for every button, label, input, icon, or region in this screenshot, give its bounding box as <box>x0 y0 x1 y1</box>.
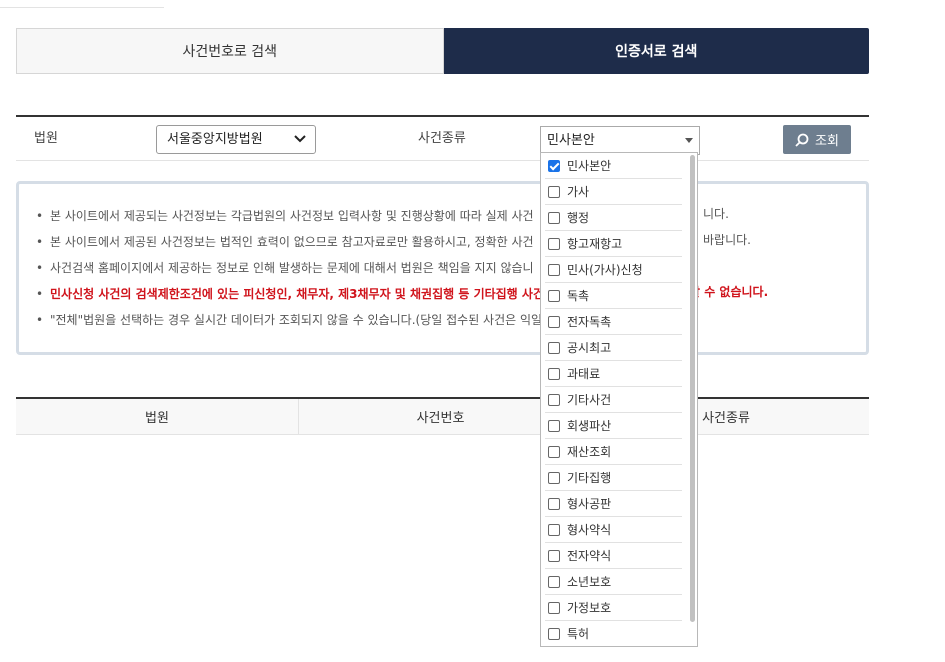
checkbox-icon[interactable] <box>548 419 560 432</box>
notice-item-tail: 바랍니다. <box>703 233 751 247</box>
checkbox-icon[interactable] <box>548 237 560 250</box>
notice-item-tail: 니다. <box>703 207 729 221</box>
case-type-option[interactable]: 회생파산 <box>545 413 682 439</box>
case-type-select[interactable]: 민사본안 <box>540 126 700 155</box>
case-type-option[interactable]: 가사 <box>545 179 682 205</box>
checkbox-icon[interactable] <box>548 367 560 380</box>
case-type-option[interactable]: 민사본안 <box>545 153 682 179</box>
notice-box: 본 사이트에서 제공되는 사건정보는 각급법원의 사건정보 입력사항 및 진행상… <box>16 181 869 355</box>
search-button-label: 조회 <box>815 134 839 149</box>
case-type-option-label: 과태료 <box>567 367 601 381</box>
case-type-option[interactable]: 기타집행 <box>545 465 682 491</box>
case-type-option[interactable]: 행정 <box>545 205 682 231</box>
case-type-option[interactable]: 전자독촉 <box>545 309 682 335</box>
caret-down-icon <box>685 138 693 143</box>
search-mode-tabs: 사건번호로 검색 인증서로 검색 <box>16 28 869 74</box>
case-type-option[interactable]: 항고재항고 <box>545 231 682 257</box>
notice-item: "전체"법원을 선택하는 경우 실시간 데이터가 조회되지 않을 수 있습니다.… <box>36 310 866 336</box>
search-icon <box>795 133 809 147</box>
case-type-option-label: 민사본안 <box>567 159 612 173</box>
checkbox-icon[interactable] <box>548 341 560 354</box>
case-type-dropdown[interactable]: 민사본안가사행정항고재항고민사(가사)신청독촉전자독촉공시최고과태료기타사건회생… <box>540 152 698 647</box>
checkbox-icon[interactable] <box>548 445 560 458</box>
case-type-option[interactable]: 민사(가사)신청 <box>545 257 682 283</box>
case-type-option[interactable]: 특허 <box>545 621 682 646</box>
case-type-option[interactable]: 과태료 <box>545 361 682 387</box>
case-type-option[interactable]: 독촉 <box>545 283 682 309</box>
tab-search-by-certificate[interactable]: 인증서로 검색 <box>443 28 869 74</box>
case-type-option[interactable]: 소년보호 <box>545 569 682 595</box>
case-type-option-label: 특허 <box>567 627 590 641</box>
checkbox-icon[interactable] <box>548 263 560 276</box>
case-type-option[interactable]: 형사약식 <box>545 517 682 543</box>
checkbox-icon[interactable] <box>548 523 560 536</box>
case-type-option[interactable]: 재산조회 <box>545 439 682 465</box>
result-table-header: 법원 사건번호 사건종류 <box>16 397 869 435</box>
court-label: 법원 <box>34 131 58 146</box>
case-type-option-label: 독촉 <box>567 289 590 303</box>
case-type-select-value: 민사본안 <box>547 133 595 148</box>
case-type-option-label: 기타집행 <box>567 471 612 485</box>
case-type-option-label: 재산조회 <box>567 445 612 459</box>
case-type-option-label: 전자독촉 <box>567 315 612 329</box>
chevron-down-icon <box>294 135 306 143</box>
notice-list: 본 사이트에서 제공되는 사건정보는 각급법원의 사건정보 입력사항 및 진행상… <box>36 206 866 336</box>
checkbox-icon[interactable] <box>548 185 560 198</box>
case-type-option-label: 기타사건 <box>567 393 612 407</box>
court-select[interactable]: 서울중앙지방법원 <box>156 125 316 154</box>
case-type-option-label: 항고재항고 <box>567 237 623 251</box>
case-type-option[interactable]: 가정보호 <box>545 595 682 621</box>
checkbox-icon[interactable] <box>548 601 560 614</box>
search-form: 법원 서울중앙지방법원 사건종류 민사본안 조회 <box>16 115 869 161</box>
checkbox-icon[interactable] <box>548 549 560 562</box>
case-type-option-label: 전자약식 <box>567 549 612 563</box>
case-type-option-label: 가사 <box>567 185 590 199</box>
dropdown-scrollbar[interactable] <box>690 155 695 622</box>
checkbox-icon[interactable] <box>548 315 560 328</box>
case-type-option-list: 민사본안가사행정항고재항고민사(가사)신청독촉전자독촉공시최고과태료기타사건회생… <box>541 153 697 646</box>
checkbox-icon[interactable] <box>548 497 560 510</box>
case-type-option-label: 형사공판 <box>567 497 612 511</box>
case-type-option-label: 회생파산 <box>567 419 612 433</box>
notice-item: 본 사이트에서 제공되는 사건정보는 각급법원의 사건정보 입력사항 및 진행상… <box>36 206 866 232</box>
case-type-option-label: 행정 <box>567 211 590 225</box>
case-type-option-label: 형사약식 <box>567 523 612 537</box>
checkbox-icon[interactable] <box>548 575 560 588</box>
search-button[interactable]: 조회 <box>783 125 851 154</box>
checkbox-icon[interactable] <box>548 627 560 640</box>
tab-search-by-case-number[interactable]: 사건번호로 검색 <box>16 28 444 74</box>
checkbox-checked-icon[interactable] <box>548 159 560 172</box>
case-type-option[interactable]: 공시최고 <box>545 335 682 361</box>
court-select-value: 서울중앙지방법원 <box>167 132 263 147</box>
checkbox-icon[interactable] <box>548 211 560 224</box>
case-type-option[interactable]: 기타사건 <box>545 387 682 413</box>
checkbox-icon[interactable] <box>548 393 560 406</box>
case-type-option-label: 민사(가사)신청 <box>567 263 643 277</box>
case-type-option[interactable]: 전자약식 <box>545 543 682 569</box>
case-type-label: 사건종류 <box>418 131 466 146</box>
top-divider <box>0 7 164 8</box>
case-type-option-label: 공시최고 <box>567 341 612 355</box>
column-header-court[interactable]: 법원 <box>16 399 299 434</box>
case-type-option-label: 가정보호 <box>567 601 612 615</box>
notice-item-tail: 할 수 없습니다. <box>689 285 769 299</box>
case-type-option-label: 소년보호 <box>567 575 612 589</box>
checkbox-icon[interactable] <box>548 289 560 302</box>
case-type-option[interactable]: 형사공판 <box>545 491 682 517</box>
checkbox-icon[interactable] <box>548 471 560 484</box>
notice-item: 사건검색 홈페이지에서 제공하는 정보로 인해 발생하는 문제에 대해서 법원은… <box>36 258 866 284</box>
